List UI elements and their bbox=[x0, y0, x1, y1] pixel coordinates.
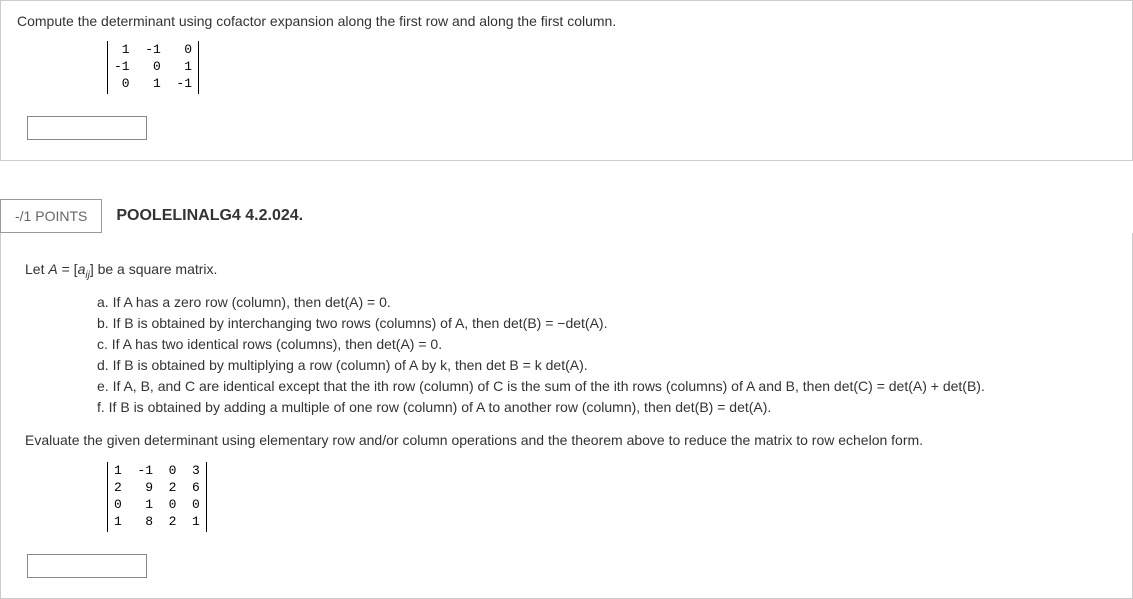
matrix-row: 2 9 2 6 bbox=[114, 480, 200, 497]
q2-answer-input[interactable] bbox=[27, 554, 147, 578]
matrix-row: 0 1 0 0 bbox=[114, 497, 200, 514]
let-a-post: ] be a square matrix. bbox=[90, 261, 218, 277]
theorem-f: f. If B is obtained by adding a multiple… bbox=[97, 397, 1116, 418]
q2-matrix-wrap: 1 -1 0 3 2 9 2 6 0 1 0 0 1 8 2 1 bbox=[107, 462, 1116, 532]
let-a-A: A bbox=[48, 261, 57, 277]
theorem-d: d. If B is obtained by multiplying a row… bbox=[97, 355, 1116, 376]
q2-matrix: 1 -1 0 3 2 9 2 6 0 1 0 0 1 8 2 1 bbox=[107, 462, 207, 532]
theorem-c: c. If A has two identical rows (columns)… bbox=[97, 334, 1116, 355]
q1-prompt: Compute the determinant using cofactor e… bbox=[17, 13, 1116, 29]
let-a-statement: Let A = [aij] be a square matrix. bbox=[25, 261, 1116, 281]
matrix-row: 1 8 2 1 bbox=[114, 514, 200, 531]
theorem-e: e. If A, B, and C are identical except t… bbox=[97, 376, 1116, 397]
theorem-b: b. If B is obtained by interchanging two… bbox=[97, 313, 1116, 334]
points-badge: -/1 POINTS bbox=[0, 199, 102, 233]
theorem-a: a. If A has a zero row (column), then de… bbox=[97, 292, 1116, 313]
question-ref: POOLELINALG4 4.2.024. bbox=[102, 199, 317, 233]
question-1-block: Compute the determinant using cofactor e… bbox=[0, 0, 1133, 161]
question-2-header: -/1 POINTS POOLELINALG4 4.2.024. bbox=[0, 199, 1133, 233]
theorem-list: a. If A has a zero row (column), then de… bbox=[97, 292, 1116, 418]
question-2-block: Let A = [aij] be a square matrix. a. If … bbox=[0, 233, 1133, 599]
matrix-row: -1 0 1 bbox=[114, 59, 192, 76]
let-a-pre: Let bbox=[25, 261, 48, 277]
let-a-eq: = [ bbox=[58, 261, 78, 277]
evaluate-prompt: Evaluate the given determinant using ele… bbox=[25, 432, 1116, 448]
matrix-row: 1 -1 0 bbox=[114, 42, 192, 59]
q1-matrix-wrap: 1 -1 0 -1 0 1 0 1 -1 bbox=[107, 41, 1116, 94]
matrix-row: 0 1 -1 bbox=[114, 76, 192, 93]
q1-answer-input[interactable] bbox=[27, 116, 147, 140]
matrix-row: 1 -1 0 3 bbox=[114, 463, 200, 480]
q1-matrix: 1 -1 0 -1 0 1 0 1 -1 bbox=[107, 41, 199, 94]
